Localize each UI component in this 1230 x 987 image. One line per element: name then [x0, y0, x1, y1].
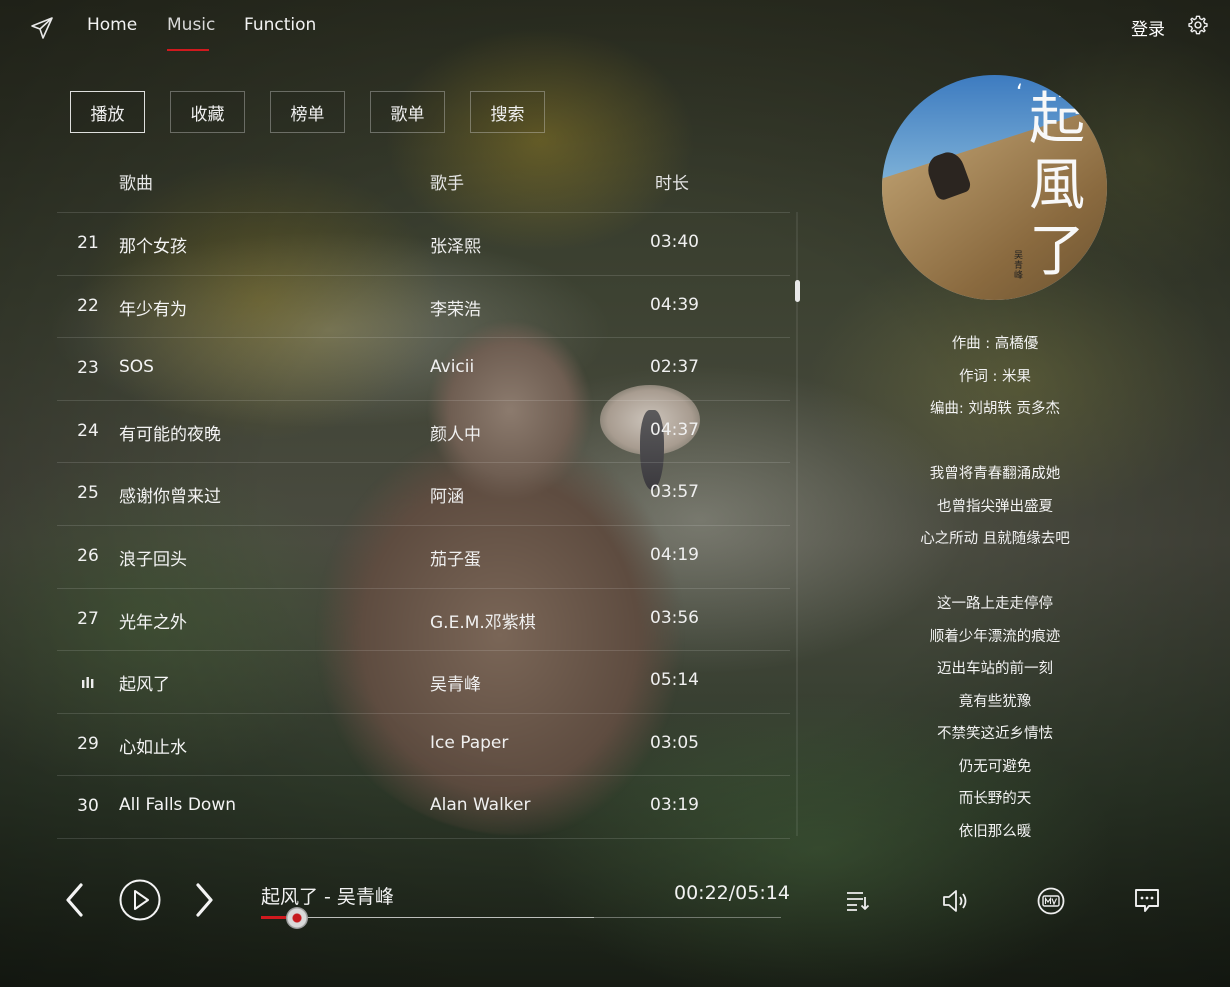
table-row[interactable]: 26 浪子回头 茄子蛋 04:19 [57, 525, 790, 587]
lyric-line: 也曾指尖弹出盛夏 [937, 499, 1053, 515]
top-nav: Home Music Function 登录 [0, 0, 1230, 52]
table-row[interactable]: 22 年少有为 李荣浩 04:39 [57, 275, 790, 337]
row-artist[interactable]: 阿涵 [430, 482, 464, 507]
scrollbar-thumb[interactable] [795, 280, 800, 302]
lyric-line: 不禁笑这近乡情怯 [937, 726, 1053, 742]
cover-title-char: 了 [1029, 219, 1085, 284]
gear-icon[interactable] [1187, 14, 1209, 36]
row-divider [57, 838, 790, 839]
tab-playlists[interactable]: 歌单 [370, 91, 445, 133]
row-title: 起风了 [119, 675, 170, 696]
table-row[interactable]: 24 有可能的夜晚 颜人中 04:37 [57, 400, 790, 462]
cover-artist: 吴青峰 [1014, 251, 1024, 281]
row-artist[interactable]: 颜人中 [430, 420, 481, 445]
row-duration: 04:37 [650, 419, 699, 440]
lyric-line: 而长野的天 [958, 791, 1032, 807]
row-duration: 02:37 [650, 357, 699, 378]
tab-charts[interactable]: 榜单 [270, 91, 345, 133]
table-row[interactable]: 起风了 吴青峰 05:14 [57, 650, 790, 712]
lyric-line: 我曾将青春翻涌成她 [929, 466, 1061, 482]
lyric-line: 这一路上走走停停 [937, 596, 1053, 612]
header-song: 歌曲 [119, 174, 153, 194]
album-cover: ‘ 起 風 了 吴青峰 [882, 75, 1107, 300]
header-duration: 时长 [655, 174, 689, 194]
nav-function[interactable]: Function [244, 15, 316, 35]
cover-title-char: 風 [1029, 153, 1085, 218]
row-title: SOS [119, 357, 154, 378]
row-number: 29 [77, 733, 99, 754]
row-title: 那个女孩 [119, 237, 187, 257]
cover-title-char: 起 [1029, 87, 1085, 152]
time-display: 00:22/05:14 [674, 882, 790, 904]
lyric-line: 迈出车站的前一刻 [937, 661, 1053, 677]
nav-active-indicator [167, 49, 209, 51]
row-artist[interactable]: Alan Walker [430, 795, 531, 815]
tab-play[interactable]: 播放 [70, 91, 145, 133]
header-artist: 歌手 [430, 174, 464, 194]
playlist-icon[interactable] [845, 888, 871, 914]
row-number: 25 [77, 483, 99, 504]
row-artist[interactable]: 吴青峰 [430, 670, 481, 695]
row-duration: 04:19 [650, 545, 699, 565]
row-number: 23 [77, 358, 99, 379]
row-artist[interactable]: Ice Paper [430, 733, 508, 753]
row-duration: 03:40 [650, 232, 699, 252]
row-artist[interactable]: 茄子蛋 [430, 545, 481, 570]
row-title: 心如止水 [119, 737, 187, 758]
table-row[interactable]: 27 光年之外 G.E.M.邓紫棋 03:56 [57, 588, 790, 650]
table-row[interactable]: 30 All Falls Down Alan Walker 03:19 [57, 775, 790, 837]
chevron-left-icon[interactable] [62, 882, 86, 918]
row-number: 27 [77, 608, 99, 629]
row-title: All Falls Down [119, 795, 236, 816]
row-artist[interactable]: Avicii [430, 357, 474, 377]
nav-home[interactable]: Home [87, 15, 137, 35]
chevron-right-icon[interactable] [193, 882, 217, 918]
now-playing-bars-icon [82, 677, 94, 689]
row-number: 24 [77, 420, 99, 441]
row-duration: 04:39 [650, 294, 699, 315]
nav-music[interactable]: Music [167, 15, 215, 35]
lyric-line: 仍无可避免 [958, 759, 1032, 775]
row-artist[interactable]: 张泽熙 [430, 232, 481, 257]
tab-search[interactable]: 搜索 [470, 91, 545, 133]
row-duration: 03:57 [650, 482, 699, 503]
lyric-line: 心之所动 且就随缘去吧 [920, 531, 1070, 547]
row-number: 22 [77, 295, 99, 316]
row-duration: 05:14 [650, 670, 699, 691]
row-number: 21 [77, 233, 99, 253]
lyric-line: 依旧那么暖 [958, 824, 1032, 840]
table-row[interactable]: 23 SOS Avicii 02:37 [57, 337, 790, 399]
login-link[interactable]: 登录 [1131, 15, 1165, 40]
tab-favorites[interactable]: 收藏 [170, 91, 245, 133]
row-number: 26 [77, 546, 99, 566]
row-title: 浪子回头 [119, 550, 187, 570]
play-circle-icon[interactable] [118, 878, 162, 922]
table-row[interactable]: 29 心如止水 Ice Paper 03:05 [57, 713, 790, 775]
lyric-credit: 作曲 : 高橋優 [951, 336, 1039, 352]
row-number: 30 [77, 796, 99, 817]
now-playing-title: 起风了 - 吴青峰 [261, 886, 394, 908]
progress-buffer [261, 917, 594, 918]
lyric-credit: 作词 : 米果 [958, 369, 1032, 385]
lyric-credit: 编曲: 刘胡轶 贡多杰 [929, 401, 1061, 417]
row-artist[interactable]: G.E.M.邓紫棋 [430, 608, 536, 633]
table-row[interactable]: 25 感谢你曾来过 阿涵 03:57 [57, 462, 790, 524]
row-title: 年少有为 [119, 299, 187, 320]
table-row[interactable]: 21 那个女孩 张泽熙 03:40 [57, 212, 790, 274]
paper-plane-icon[interactable] [30, 16, 54, 40]
scrollbar-track[interactable] [796, 212, 798, 836]
row-duration: 03:05 [650, 732, 699, 753]
row-artist[interactable]: 李荣浩 [430, 295, 481, 320]
volume-icon[interactable] [941, 887, 971, 915]
row-duration: 03:56 [650, 607, 699, 628]
row-duration: 03:19 [650, 795, 699, 816]
lyric-line: 顺着少年漂流的痕迹 [929, 629, 1061, 645]
mv-icon[interactable] [1036, 887, 1066, 915]
row-title: 光年之外 [119, 612, 187, 633]
cover-title: 起 風 了 [1022, 87, 1092, 285]
row-title: 感谢你曾来过 [119, 487, 221, 508]
lyric-line: 竟有些犹豫 [958, 694, 1032, 710]
comment-icon[interactable] [1133, 887, 1161, 915]
row-title: 有可能的夜晚 [119, 424, 221, 445]
